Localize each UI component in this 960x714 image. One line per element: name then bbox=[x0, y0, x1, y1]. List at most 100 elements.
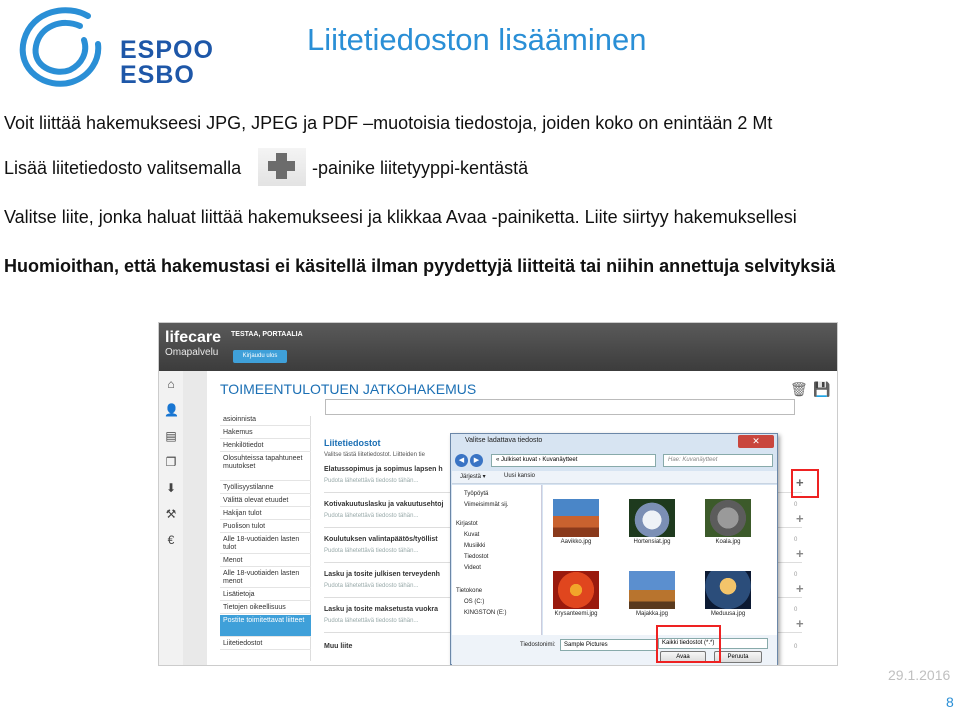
search-input[interactable]: Hae: Kuvanäytteet bbox=[663, 454, 773, 467]
logo-text-espoo: ESPOO bbox=[120, 36, 214, 64]
documents-icon[interactable]: ❐ bbox=[164, 455, 178, 469]
attachment-label: Lasku ja tosite maksetusta vuokra bbox=[324, 606, 438, 613]
top-field[interactable] bbox=[325, 399, 795, 415]
tree-item[interactable]: Viimeisimmät sij. bbox=[464, 502, 509, 508]
instruction-line-2-end: -painike liitetyyppi-kentästä bbox=[312, 158, 529, 178]
highlight-box-plus bbox=[791, 469, 819, 498]
tree-item[interactable]: Musiikki bbox=[464, 543, 485, 549]
app-header: lifecare Omapalvelu TESTAA, PORTAALIA Ki… bbox=[159, 323, 837, 371]
attachment-count: 0 bbox=[794, 537, 798, 543]
file-chooser-dialog: Valitse ladattava tiedosto ✕ ◀ ▶ « Julki… bbox=[450, 433, 778, 665]
lighthouse-image bbox=[629, 571, 675, 609]
attachment-drop-zone[interactable]: Pudota lähetettävä tiedosto tähän... bbox=[324, 478, 418, 484]
file-name: Koala.jpg bbox=[715, 539, 741, 545]
file-thumbnail[interactable]: Aavikko.jpg bbox=[553, 499, 599, 557]
file-name: Majakka.jpg bbox=[635, 611, 668, 617]
organize-menu[interactable]: Järjestä ▾ bbox=[460, 473, 486, 480]
add-attachment-plus-icon[interactable]: + bbox=[796, 616, 804, 631]
instruction-line-4: Huomioithan, että hakemustasi ei käsitel… bbox=[4, 256, 836, 276]
tree-item[interactable]: Työpöytä bbox=[464, 491, 488, 497]
file-grid: Aavikko.jpg Hortensiat.jpg Koala.jpg Kry… bbox=[543, 485, 777, 635]
instruction-line-1: Voit liittää hakemukseesi JPG, JPEG ja P… bbox=[4, 113, 773, 133]
filename-field[interactable]: Sample Pictures bbox=[560, 639, 658, 651]
koala-image bbox=[705, 499, 751, 537]
nav-item[interactable]: Puolison tulot bbox=[220, 521, 311, 533]
nav-item[interactable]: Hakijan tulot bbox=[220, 508, 311, 520]
filename-label: Tiedostonimi: bbox=[520, 642, 556, 648]
highlight-box-open bbox=[656, 625, 721, 663]
nav-item[interactable]: Työllisyystilanne bbox=[220, 482, 311, 494]
file-thumbnail[interactable]: Meduusa.jpg bbox=[705, 571, 751, 629]
file-thumbnail[interactable]: Majakka.jpg bbox=[629, 571, 675, 629]
home-icon[interactable]: ⌂ bbox=[164, 377, 178, 391]
nav-item[interactable]: Hakemus bbox=[220, 427, 311, 439]
close-icon[interactable]: ✕ bbox=[738, 435, 774, 448]
euro-icon[interactable]: € bbox=[164, 533, 178, 547]
trash-icon[interactable]: 🗑 bbox=[790, 381, 808, 398]
left-icon-bar: ⌂ 👤 ▤ ❐ ⬇ ⚒ € bbox=[159, 371, 183, 665]
file-name: Krysanteemi.jpg bbox=[554, 611, 598, 617]
file-thumbnail[interactable]: Krysanteemi.jpg bbox=[553, 571, 599, 629]
path-bar[interactable]: « Julkiset kuvat › Kuvanäytteet bbox=[491, 454, 656, 467]
hydrangeas-image bbox=[629, 499, 675, 537]
tree-item[interactable]: Kirjastot bbox=[456, 521, 478, 527]
dialog-footer: Tiedostonimi: Sample Pictures Kaikki tie… bbox=[452, 635, 777, 665]
attachment-label: Koulutuksen valintapäätös/työllist bbox=[324, 536, 438, 543]
instruction-line-3: Valitse liite, jonka haluat liittää hake… bbox=[4, 207, 797, 227]
person-icon[interactable]: 👤 bbox=[164, 403, 179, 417]
slide-date: 29.1.2016 bbox=[888, 667, 951, 683]
app-user-name: TESTAA, PORTAALIA bbox=[231, 331, 303, 338]
dialog-toolbar: Järjestä ▾ Uusi kansio bbox=[452, 471, 777, 484]
tree-item[interactable]: KINGSTON (E:) bbox=[464, 610, 507, 616]
form-title: TOIMEENTULOTUEN JATKOHAKEMUS bbox=[220, 381, 477, 397]
tree-item[interactable]: Tiedostot bbox=[464, 554, 488, 560]
document-icon[interactable]: ▤ bbox=[164, 429, 178, 443]
file-thumbnail[interactable]: Koala.jpg bbox=[705, 499, 751, 557]
inbox-icon[interactable]: ⬇ bbox=[164, 481, 178, 495]
tree-item[interactable]: OS (C:) bbox=[464, 599, 484, 605]
nav-item[interactable]: Lisätietoja bbox=[220, 589, 311, 601]
attachment-drop-zone[interactable]: Pudota lähetettävä tiedosto tähän... bbox=[324, 583, 418, 589]
file-thumbnail[interactable]: Hortensiat.jpg bbox=[629, 499, 675, 557]
gavel-icon[interactable]: ⚒ bbox=[164, 507, 178, 521]
nav-item[interactable]: Liitetiedostot bbox=[220, 638, 311, 650]
espoo-logo: ESPOO ESBO bbox=[18, 4, 213, 90]
slide-title: Liitetiedoston lisääminen bbox=[307, 22, 647, 57]
nav-item[interactable]: Välittä olevat etuudet bbox=[220, 495, 311, 507]
nav-item[interactable]: Tietojen oikeellisuus bbox=[220, 602, 311, 614]
cancel-button[interactable]: Peruuta bbox=[714, 651, 762, 663]
forward-arrow-icon[interactable]: ▶ bbox=[470, 454, 483, 467]
nav-item[interactable]: Alle 18-vuotiaiden lasten menot bbox=[220, 568, 311, 588]
nav-item-selected[interactable]: Postite toimitettavat liitteet bbox=[220, 615, 311, 637]
app-screenshot: lifecare Omapalvelu TESTAA, PORTAALIA Ki… bbox=[158, 322, 838, 666]
attachment-count: 0 bbox=[794, 502, 798, 508]
nav-item[interactable]: Henkilötiedot bbox=[220, 440, 311, 452]
tree-item[interactable]: Videot bbox=[464, 565, 481, 571]
attachment-count: 0 bbox=[794, 644, 798, 650]
nav-item[interactable]: asioinnista bbox=[220, 416, 311, 426]
add-attachment-plus-icon[interactable]: + bbox=[796, 511, 804, 526]
slide-number: 8 bbox=[946, 694, 954, 710]
new-folder-button[interactable]: Uusi kansio bbox=[504, 473, 535, 479]
attachment-drop-zone[interactable]: Pudota lähetettävä tiedosto tähän... bbox=[324, 618, 418, 624]
file-name: Aavikko.jpg bbox=[560, 539, 592, 545]
attachment-drop-zone[interactable]: Pudota lähetettävä tiedosto tähän... bbox=[324, 548, 418, 554]
tree-item[interactable]: Tietokone bbox=[456, 588, 482, 594]
logout-button[interactable]: Kirjaudu ulos bbox=[233, 350, 287, 363]
nav-item[interactable]: Alle 18-vuotiaiden lasten tulot bbox=[220, 534, 311, 554]
desert-image bbox=[553, 499, 599, 537]
nav-item[interactable]: Olosuhteissa tapahtuneet muutokset bbox=[220, 453, 311, 481]
attachment-drop-zone[interactable]: Pudota lähetettävä tiedosto tähän... bbox=[324, 513, 418, 519]
attachments-heading: Liitetiedostot bbox=[324, 438, 381, 448]
save-icon[interactable]: 💾 bbox=[813, 381, 830, 398]
nav-item[interactable]: Menot bbox=[220, 555, 311, 567]
folder-tree: Työpöytä Viimeisimmät sij. Kirjastot Kuv… bbox=[452, 485, 542, 635]
add-attachment-plus-icon[interactable]: + bbox=[796, 546, 804, 561]
back-arrow-icon[interactable]: ◀ bbox=[455, 454, 468, 467]
add-attachment-plus-icon[interactable]: + bbox=[796, 581, 804, 596]
file-name: Meduusa.jpg bbox=[710, 611, 746, 617]
dialog-title: Valitse ladattava tiedosto bbox=[465, 437, 543, 444]
attachment-label: Elatussopimus ja sopimus lapsen h bbox=[324, 466, 443, 473]
form-nav: asioinnista Hakemus Henkilötiedot Olosuh… bbox=[220, 416, 311, 661]
tree-item[interactable]: Kuvat bbox=[464, 532, 479, 538]
